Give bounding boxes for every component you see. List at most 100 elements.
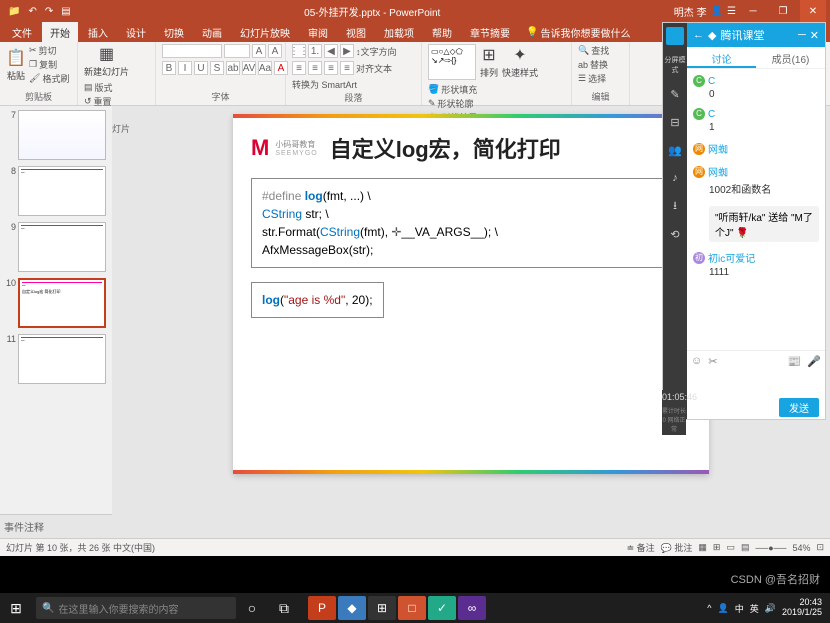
sorter-view-button[interactable]: ⊞ [713, 542, 721, 553]
zoom-out-button[interactable]: ──●── [755, 543, 786, 553]
tell-me-search[interactable]: 💡 告诉我你想要做什么 [526, 25, 630, 40]
news-button[interactable]: 📰 [788, 355, 802, 368]
thumbnail-10[interactable]: 10─自定义log宏 简化打印 [4, 278, 108, 328]
mic-button[interactable]: 🎤 [807, 355, 821, 368]
qa-save-icon[interactable]: ↶ [28, 6, 36, 17]
cut-button[interactable]: ✂ 剪切 [29, 44, 69, 57]
zoom-level[interactable]: 54% [792, 543, 810, 553]
font-family-dropdown[interactable] [162, 44, 222, 58]
taskbar-search[interactable]: 🔍 在这里输入你要搜索的内容 [36, 597, 236, 619]
align-text-button[interactable]: 对齐文本 [356, 61, 392, 75]
ime-zh-icon[interactable]: 中 [735, 602, 744, 615]
side-refresh-button[interactable]: ⟲ [666, 225, 684, 243]
maximize-button[interactable]: ❐ [770, 0, 796, 22]
italic-button[interactable]: I [178, 61, 192, 75]
increase-font-button[interactable]: A [252, 44, 266, 58]
tab-insert[interactable]: 插入 [80, 22, 116, 43]
side-members-button[interactable]: 👥 [666, 141, 684, 159]
fit-button[interactable]: ⊡ [816, 542, 824, 553]
decrease-font-button[interactable]: A [268, 44, 282, 58]
normal-view-button[interactable]: ▦ [698, 542, 707, 553]
shape-fill-button[interactable]: 🪣 形状填充 [428, 83, 477, 96]
cortana-button[interactable]: ○ [236, 593, 268, 623]
reading-view-button[interactable]: ▭ [726, 542, 735, 553]
paste-button[interactable]: 📋 粘贴 [6, 48, 26, 82]
thumbnail-7[interactable]: 7 [4, 110, 108, 160]
taskbar-app-2[interactable]: ⊞ [368, 596, 396, 620]
align-left-button[interactable]: ≡ [292, 61, 306, 75]
quick-styles-button[interactable]: ✦快速样式 [502, 45, 538, 79]
align-center-button[interactable]: ≡ [308, 61, 322, 75]
tray-expand-icon[interactable]: ^ [707, 603, 711, 613]
tab-section-summary[interactable]: 章节摘要 [462, 22, 518, 43]
split-screen-button[interactable]: ⊞ [666, 27, 684, 45]
start-button[interactable]: ⊞ [0, 593, 32, 623]
strike-button[interactable]: S [210, 61, 224, 75]
numbering-button[interactable]: 1. [308, 44, 322, 58]
select-button[interactable]: ☰ 选择 [578, 72, 623, 85]
tab-addins[interactable]: 加载项 [376, 22, 422, 43]
tab-help[interactable]: 帮助 [424, 22, 460, 43]
font-size-dropdown[interactable] [224, 44, 250, 58]
shadow-button[interactable]: ab [226, 61, 240, 75]
chat-min-button[interactable]: ─ [798, 29, 806, 41]
tab-slideshow[interactable]: 幻灯片放映 [232, 22, 298, 43]
tray-user-icon[interactable]: 👤 [717, 603, 728, 614]
taskbar-app-powerpoint[interactable]: P [308, 596, 336, 620]
taskbar-app-4[interactable]: ✓ [428, 596, 456, 620]
side-download-button[interactable]: ⭳ [666, 197, 684, 215]
emoji-button[interactable]: ☺ [691, 355, 702, 368]
tab-members[interactable]: 成员(16) [756, 47, 825, 68]
tab-transitions[interactable]: 切换 [156, 22, 192, 43]
layout-button[interactable]: ▤ 版式 [84, 81, 113, 94]
bold-button[interactable]: B [162, 61, 176, 75]
tab-animations[interactable]: 动画 [194, 22, 230, 43]
tab-design[interactable]: 设计 [118, 22, 154, 43]
user-name[interactable]: 明杰 李 [674, 4, 707, 19]
indent-inc-button[interactable]: ▶ [340, 44, 354, 58]
replace-button[interactable]: ab 替换 [578, 58, 623, 71]
justify-button[interactable]: ≡ [340, 61, 354, 75]
ribbon-options-icon[interactable]: ☰ [727, 6, 736, 17]
underline-button[interactable]: U [194, 61, 208, 75]
side-music-button[interactable]: ♪ [666, 169, 684, 187]
new-slide-button[interactable]: ▦ 新建幻灯片 [84, 44, 129, 78]
copy-button[interactable]: ❐ 复制 [29, 58, 69, 71]
format-painter-button[interactable]: 🖌 格式刷 [29, 72, 69, 85]
side-pen-button[interactable]: ✎ [666, 85, 684, 103]
arrange-button[interactable]: ⊞排列 [479, 45, 499, 79]
thumbnail-9[interactable]: 9─ [4, 222, 108, 272]
screenshot-button[interactable]: ✂ [708, 355, 717, 368]
back-icon[interactable]: ← [693, 29, 704, 41]
notes-button[interactable]: ≐ 备注 [627, 541, 655, 554]
find-button[interactable]: 🔍 查找 [578, 44, 623, 57]
case-button[interactable]: Aa [258, 61, 272, 75]
task-view-button[interactable]: ⧉ [268, 593, 300, 623]
spacing-button[interactable]: AV [242, 61, 256, 75]
smartart-button[interactable]: 转换为 SmartArt [292, 78, 357, 91]
tab-view[interactable]: 视图 [338, 22, 374, 43]
qa-redo-icon[interactable]: ↷ [45, 6, 53, 17]
comments-button[interactable]: 💬 批注 [661, 541, 693, 554]
thumbnail-11[interactable]: 11─ [4, 334, 108, 384]
chat-input-field[interactable] [687, 372, 825, 396]
tab-file[interactable]: 文件 [4, 22, 40, 43]
tab-discussion[interactable]: 讨论 [687, 47, 756, 68]
shapes-gallery[interactable]: ▭○△◇⬠↘↗⇨{} [428, 44, 476, 80]
taskbar-clock[interactable]: 20:43 2019/1/25 [782, 598, 822, 618]
bullets-button[interactable]: ⋮⋮ [292, 44, 306, 58]
taskbar-app-1[interactable]: ◆ [338, 596, 366, 620]
thumbnail-8[interactable]: 8─ [4, 166, 108, 216]
align-right-button[interactable]: ≡ [324, 61, 338, 75]
volume-icon[interactable]: 🔊 [765, 603, 776, 614]
side-tool-button[interactable]: ⊟ [666, 113, 684, 131]
taskbar-app-vs[interactable]: ∞ [458, 596, 486, 620]
chat-close-button[interactable]: ✕ [810, 29, 819, 42]
ime-en-icon[interactable]: 英 [750, 602, 759, 615]
quick-access-icon[interactable]: 📁 [8, 6, 20, 17]
text-direction-button[interactable]: ↕文字方向 [356, 44, 397, 58]
minimize-button[interactable]: ─ [740, 0, 766, 22]
qa-start-icon[interactable]: ▤ [61, 6, 70, 17]
slideshow-view-button[interactable]: ▤ [741, 542, 750, 553]
tab-home[interactable]: 开始 [42, 22, 78, 43]
